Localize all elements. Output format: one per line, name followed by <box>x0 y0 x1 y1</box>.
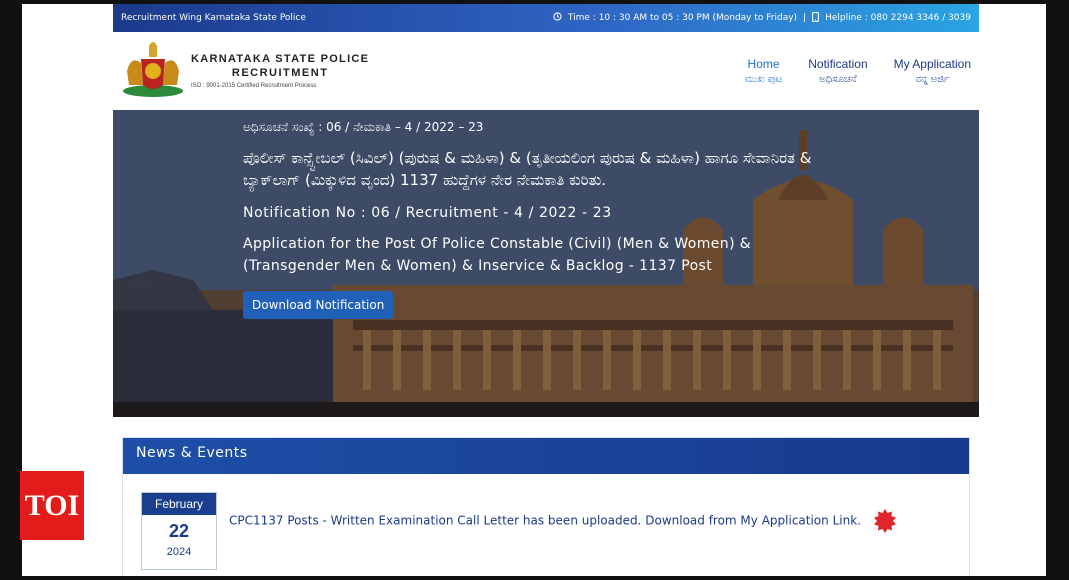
notification-title: Application for the Post Of Police Const… <box>243 236 752 274</box>
phone-icon <box>812 11 820 25</box>
download-notification-button[interactable]: Download Notification <box>243 291 394 319</box>
news-date-box: February 22 2024 <box>141 492 217 570</box>
nav-notification[interactable]: Notification ಅಧಿಸೂಚನೆ <box>808 57 867 85</box>
hero-content: ಅಧಿಸೂಚನೆ ಸಂಖ್ಯೆ : 06 / ನೇಮಕಾತಿ – 4 / 202… <box>243 110 843 319</box>
notification-number: Notification No : 06 / Recruitment - 4 /… <box>243 205 612 221</box>
iso-certification: ISO : 9001-2015 Certified Recruitment Pr… <box>191 83 317 89</box>
karnataka-emblem-icon <box>121 41 185 101</box>
hero-banner: ಅಧಿಸೂಚನೆ ಸಂಖ್ಯೆ : 06 / ನೇಮಕಾತಿ – 4 / 202… <box>113 110 979 417</box>
top-info-bar: Recruitment Wing Karnataka State Police … <box>113 4 979 32</box>
main-nav: Home ಮುಖ ಪುಟ Notification ಅಧಿಸೂಚನೆ My Ap… <box>745 57 971 85</box>
nav-my-application-label: My Application <box>893 57 971 71</box>
news-date-day: 22 <box>168 521 190 541</box>
nav-notification-label: Notification <box>808 57 868 71</box>
nav-my-application[interactable]: My Application ನನ್ನ ಅರ್ಜಿ <box>894 57 971 85</box>
new-badge-icon <box>873 509 897 533</box>
news-events-panel: News & Events February 22 2024 CPC1137 P… <box>122 437 970 576</box>
nav-home[interactable]: Home ಮುಖ ಪುಟ <box>745 57 782 85</box>
news-date-month: February <box>142 493 216 515</box>
notification-number-kannada: ಅಧಿಸೂಚನೆ ಸಂಖ್ಯೆ : 06 / ನೇಮಕಾತಿ – 4 / 202… <box>243 120 484 134</box>
nav-notification-label-kannada: ಅಧಿಸೂಚನೆ <box>819 74 857 85</box>
brand-title-line2: RECRUITMENT <box>231 67 329 79</box>
notification-title-kannada: ಪೊಲೀಸ್ ಕಾನ್ಸ್ಟೇಬಲ್ (ಸಿವಿಲ್) (ಪುರುಷ & ಮಹಿ… <box>243 149 812 189</box>
site-header: KARNATAKA STATE POLICE RECRUITMENT ISO :… <box>113 32 979 110</box>
news-item-text[interactable]: CPC1137 Posts - Written Examination Call… <box>229 514 861 528</box>
helpline: Helpline : 080 2294 3346 / 3039 <box>825 13 971 23</box>
nav-my-application-label-kannada: ನನ್ನ ಅರ್ಜಿ <box>915 74 950 85</box>
nav-home-label-kannada: ಮುಖ ಪುಟ <box>744 74 783 85</box>
news-events-header: News & Events <box>123 438 969 474</box>
brand-title-line1: KARNATAKA STATE POLICE <box>191 53 370 65</box>
news-date-year: 2024 <box>166 546 192 558</box>
office-time: Time : 10 : 30 AM to 05 : 30 PM (Monday … <box>567 13 798 23</box>
recruitment-wing-text: Recruitment Wing Karnataka State Police <box>121 13 306 23</box>
brand[interactable]: KARNATAKA STATE POLICE RECRUITMENT ISO :… <box>121 41 369 101</box>
news-item[interactable]: February 22 2024 CPC1137 Posts - Written… <box>141 492 969 570</box>
nav-home-label: Home <box>747 57 780 71</box>
toi-watermark-logo: TOI <box>20 471 84 540</box>
clock-icon <box>553 12 562 24</box>
browser-viewport: Recruitment Wing Karnataka State Police … <box>22 4 1046 576</box>
separator: | <box>803 13 807 23</box>
website: Recruitment Wing Karnataka State Police … <box>113 4 979 576</box>
